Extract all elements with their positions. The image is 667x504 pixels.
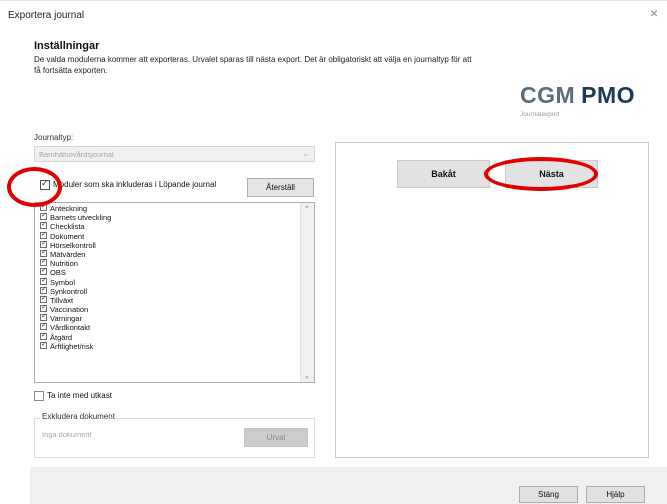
module-label: Ärftlighet/risk bbox=[50, 341, 94, 351]
module-item[interactable]: Barnets utveckling bbox=[40, 211, 112, 223]
module-label: Checklista bbox=[50, 222, 85, 232]
module-label: Dokument bbox=[50, 231, 85, 241]
exclude-drafts-row[interactable]: Ta inte med utkast bbox=[34, 391, 112, 401]
module-item[interactable]: Symbol bbox=[40, 276, 111, 287]
logo-cgm: CGM bbox=[520, 82, 576, 108]
module-checkbox[interactable] bbox=[40, 276, 47, 285]
scroll-down-icon[interactable]: ⌄ bbox=[304, 372, 310, 380]
module-item[interactable]: Varningar bbox=[40, 312, 111, 324]
module-item[interactable]: Mätvärden bbox=[40, 248, 111, 259]
modules-header-label: Moduler som ska inkluderas i Löpande jou… bbox=[53, 180, 217, 190]
cgm-pmo-logo: CGM PMO bbox=[520, 82, 635, 108]
scroll-up-icon[interactable]: ⌃ bbox=[304, 205, 310, 213]
modules-list: AnteckningBarnets utvecklingChecklistaDo… bbox=[40, 203, 112, 351]
module-label: Vårdkontakt bbox=[50, 323, 91, 333]
exclude-drafts-checkbox[interactable] bbox=[34, 391, 44, 401]
module-item[interactable]: Synkontroll bbox=[40, 285, 111, 296]
chevron-down-icon: ⌄ bbox=[302, 149, 309, 158]
module-checkbox[interactable] bbox=[40, 321, 47, 331]
module-label: Barnets utveckling bbox=[50, 213, 112, 223]
module-item[interactable]: Ärftlighet/risk bbox=[40, 340, 111, 351]
module-item[interactable]: Hörselkontroll bbox=[40, 239, 111, 250]
annotation-circle-modules bbox=[7, 167, 62, 207]
modules-header-row[interactable]: Moduler som ska inkluderas i Löpande jou… bbox=[40, 178, 217, 190]
module-checkbox[interactable] bbox=[40, 331, 47, 340]
module-checkbox[interactable] bbox=[40, 294, 47, 303]
module-item[interactable]: Checklista bbox=[40, 220, 111, 232]
reset-button[interactable]: Återställ bbox=[247, 178, 314, 197]
module-checkbox[interactable] bbox=[40, 266, 47, 276]
urval-button[interactable]: Urval bbox=[244, 428, 308, 447]
module-item[interactable]: Nutrition bbox=[40, 257, 111, 269]
module-checkbox[interactable] bbox=[40, 230, 47, 239]
module-item[interactable]: Tillväxt bbox=[40, 294, 111, 305]
module-item[interactable]: Vårdkontakt bbox=[40, 321, 111, 333]
module-checkbox[interactable] bbox=[40, 303, 47, 312]
module-item[interactable]: Anteckning bbox=[40, 203, 111, 213]
module-checkbox[interactable] bbox=[40, 211, 47, 220]
back-button[interactable]: Bakåt bbox=[397, 160, 490, 188]
modules-listbox[interactable]: AnteckningBarnets utvecklingChecklistaDo… bbox=[34, 202, 315, 383]
help-button[interactable]: Hjälp bbox=[586, 486, 645, 503]
module-label: Symbol bbox=[50, 277, 76, 287]
exclude-documents-title: Exkludera dokument bbox=[40, 412, 117, 421]
journaltyp-label: Journaltyp: bbox=[34, 133, 74, 142]
annotation-circle-next bbox=[484, 157, 598, 191]
module-checkbox[interactable] bbox=[40, 220, 47, 230]
module-label: OBS bbox=[50, 268, 66, 278]
settings-description: De valda modulerna kommer att exporteras… bbox=[34, 55, 472, 75]
module-label: Vaccination bbox=[50, 305, 89, 315]
module-checkbox[interactable] bbox=[40, 312, 47, 321]
exclude-drafts-label: Ta inte med utkast bbox=[47, 391, 112, 401]
no-documents-text: Inga dokument bbox=[42, 430, 92, 439]
module-item[interactable]: OBS bbox=[40, 266, 111, 278]
logo-pmo: PMO bbox=[581, 82, 636, 108]
module-label: Åtgärd bbox=[50, 332, 73, 342]
module-checkbox[interactable] bbox=[40, 340, 47, 349]
module-label: Nutrition bbox=[50, 259, 78, 269]
module-checkbox[interactable] bbox=[40, 248, 47, 257]
journaltyp-select[interactable]: Barnhälsovårdsjournal ⌄ bbox=[34, 146, 315, 162]
module-label: Tillväxt bbox=[50, 295, 74, 305]
module-item[interactable]: Vaccination bbox=[40, 303, 111, 315]
title-bar bbox=[0, 0, 667, 29]
module-checkbox[interactable] bbox=[40, 285, 47, 294]
module-label: Anteckning bbox=[50, 204, 88, 213]
module-item[interactable]: Åtgärd bbox=[40, 331, 111, 342]
journaltyp-value: Barnhälsovårdsjournal bbox=[39, 150, 114, 159]
module-checkbox[interactable] bbox=[40, 257, 47, 266]
module-label: Synkontroll bbox=[50, 286, 88, 296]
navigation-panel bbox=[335, 142, 649, 458]
close-icon[interactable]: × bbox=[650, 6, 658, 20]
close-button[interactable]: Stäng bbox=[519, 486, 578, 503]
logo-subtitle: Journalexport bbox=[520, 111, 560, 118]
window-title: Exportera journal bbox=[8, 10, 85, 21]
modules-scrollbar[interactable]: ⌃ ⌄ bbox=[300, 203, 314, 382]
module-label: Varningar bbox=[50, 314, 82, 324]
module-checkbox[interactable] bbox=[40, 239, 47, 248]
module-label: Mätvärden bbox=[50, 249, 86, 259]
settings-heading: Inställningar bbox=[34, 40, 100, 52]
module-label: Hörselkontroll bbox=[50, 240, 96, 250]
module-item[interactable]: Dokument bbox=[40, 230, 111, 241]
